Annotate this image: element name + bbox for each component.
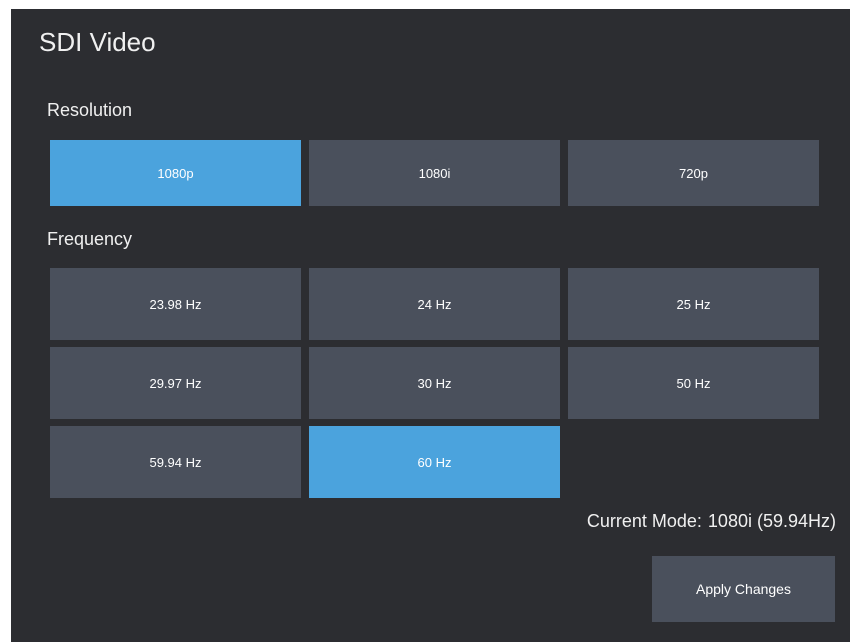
frequency-option-50-hz[interactable]: 50 Hz: [568, 347, 819, 419]
frequency-option-25-hz[interactable]: 25 Hz: [568, 268, 819, 340]
panel-title: SDI Video: [39, 27, 156, 57]
frequency-option-30-hz[interactable]: 30 Hz: [309, 347, 560, 419]
sdi-video-panel: SDI Video Resolution 1080p 1080i 720p Fr…: [11, 9, 850, 642]
frequency-option-59-94-hz[interactable]: 59.94 Hz: [50, 426, 301, 498]
frequency-option-24-hz[interactable]: 24 Hz: [309, 268, 560, 340]
current-mode-status: Current Mode: 1080i (59.94Hz): [587, 511, 836, 532]
apply-changes-button[interactable]: Apply Changes: [652, 556, 835, 622]
frequency-label: Frequency: [47, 229, 133, 249]
frequency-option-60-hz[interactable]: 60 Hz: [309, 426, 560, 498]
frequency-option-29-97-hz[interactable]: 29.97 Hz: [50, 347, 301, 419]
current-mode-value: 1080i (59.94Hz): [707, 511, 836, 531]
resolution-label: Resolution: [47, 100, 133, 120]
resolution-option-1080p[interactable]: 1080p: [50, 140, 301, 206]
resolution-option-720p[interactable]: 720p: [568, 140, 819, 206]
current-mode-label: Current Mode:: [586, 511, 702, 531]
resolution-option-1080i[interactable]: 1080i: [309, 140, 560, 206]
frequency-option-23-98-hz[interactable]: 23.98 Hz: [50, 268, 301, 340]
